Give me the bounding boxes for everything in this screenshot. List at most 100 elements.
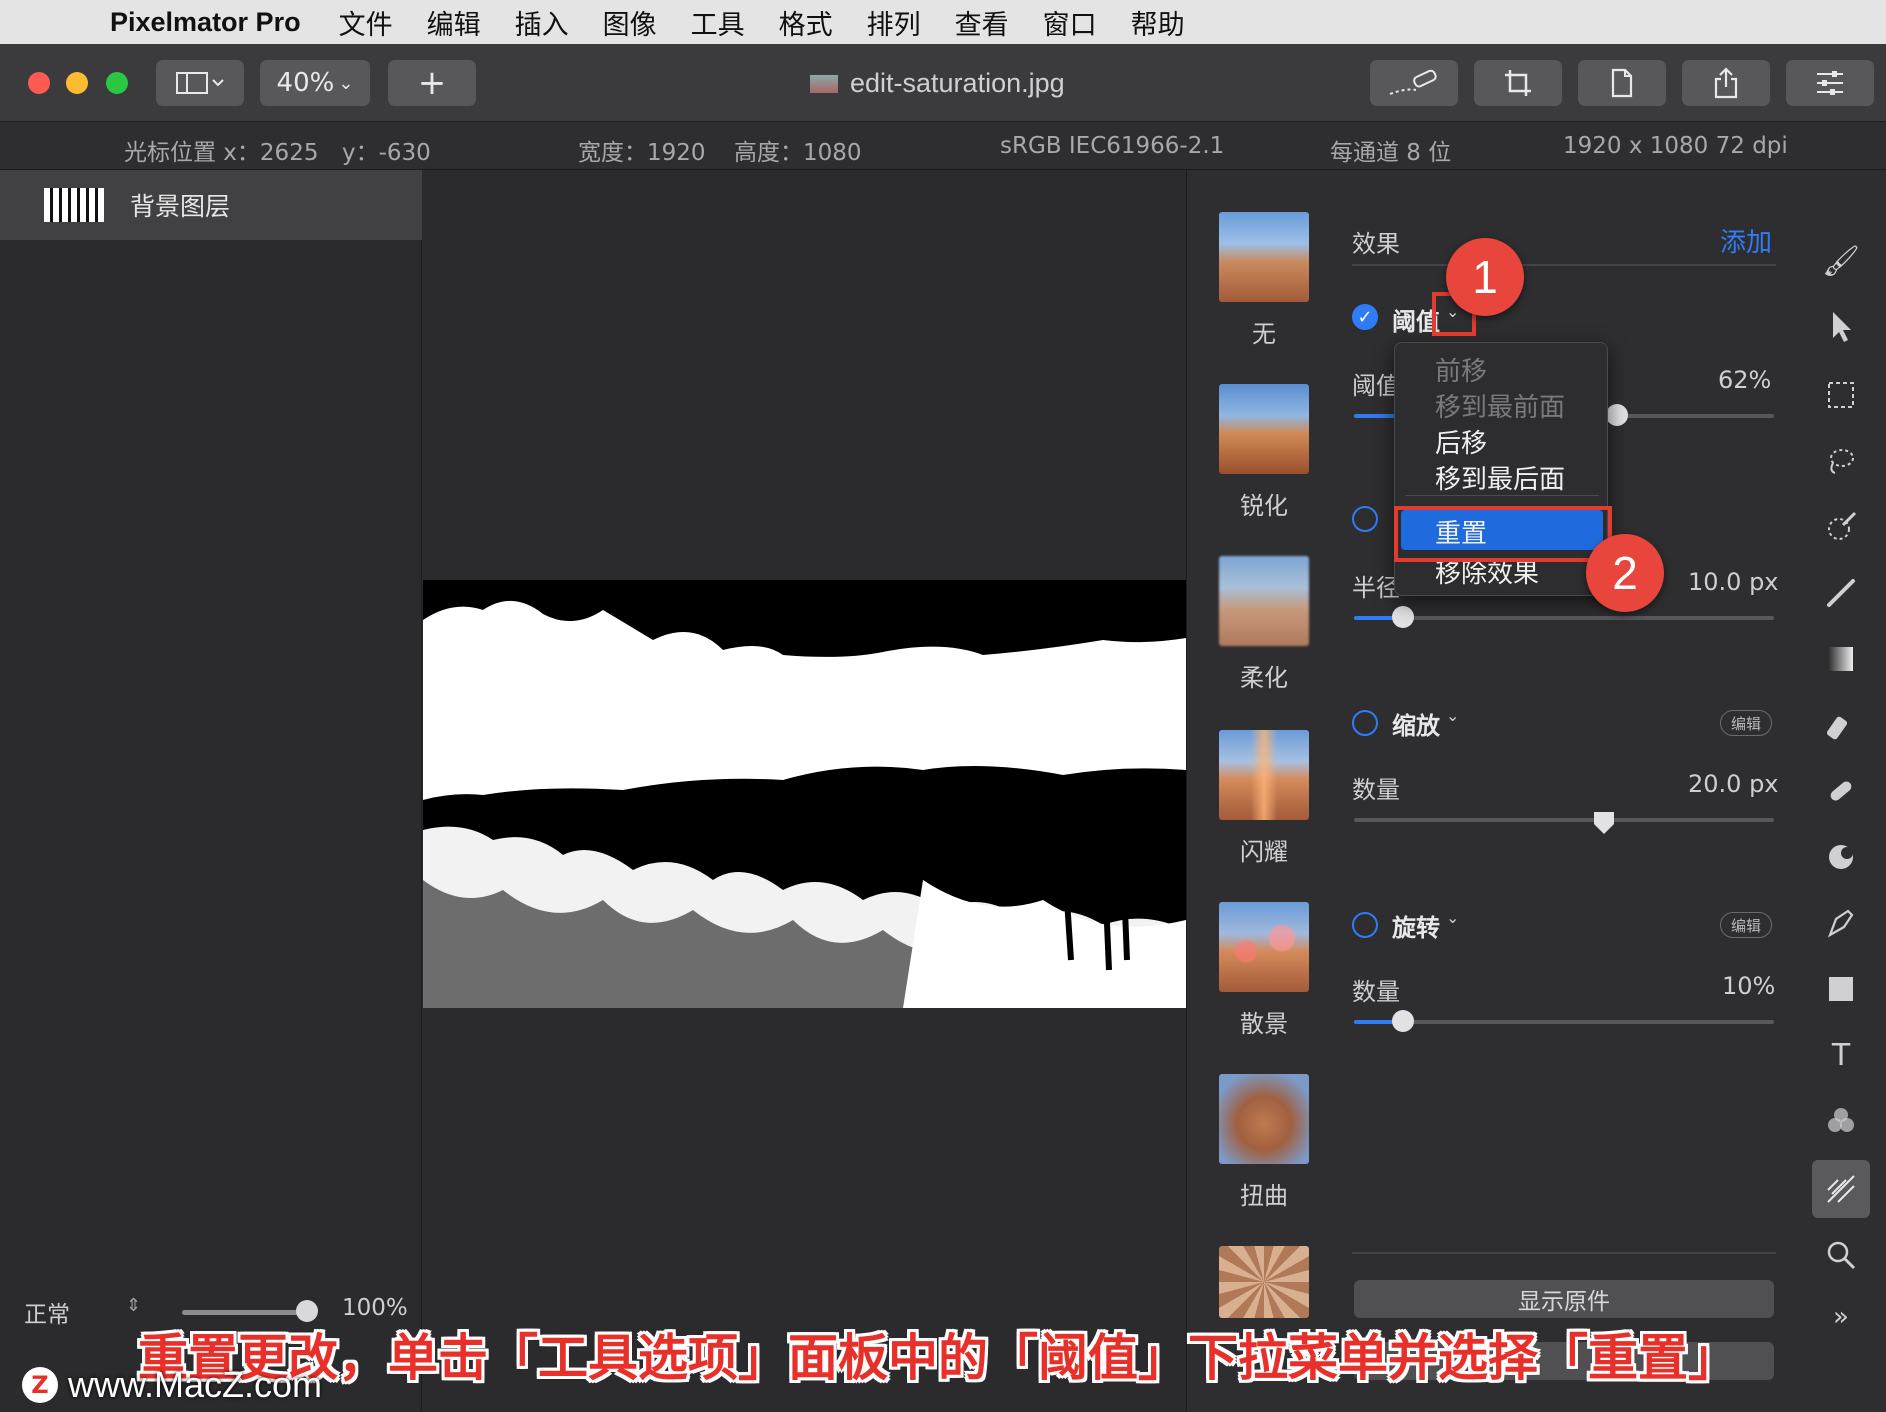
zoom-window-button[interactable] (106, 72, 128, 94)
rotate-edit-button[interactable]: 编辑 (1720, 912, 1772, 938)
paint-tool-icon[interactable] (1820, 572, 1862, 614)
menu-view[interactable]: 查看 (955, 3, 1009, 42)
tool-options-button[interactable] (1786, 60, 1874, 106)
param-value-rotate-amount: 10% (1722, 972, 1776, 1000)
more-tools-icon[interactable]: » (1820, 1296, 1862, 1338)
checkmark-icon: ✓ (1357, 306, 1373, 328)
shape-tool-icon[interactable] (1820, 968, 1862, 1010)
effect-soften[interactable]: 柔化 (1219, 556, 1309, 693)
zoom-tool-icon[interactable] (1820, 1234, 1862, 1276)
effect-enable-checkbox-threshold[interactable]: ✓ (1352, 304, 1378, 330)
effect-thumbnail (1219, 384, 1309, 474)
menu-item-move-to-front[interactable]: 移到最前面 (1435, 387, 1565, 424)
erase-tool-icon[interactable] (1820, 704, 1862, 746)
canvas-area[interactable] (423, 170, 1186, 1412)
type-tool-icon[interactable]: T (1820, 1034, 1862, 1076)
lasso-tool-icon[interactable] (1820, 440, 1862, 482)
menu-item-move-forward[interactable]: 前移 (1435, 351, 1487, 388)
menu-insert[interactable]: 插入 (515, 3, 569, 42)
arrange-tool-icon[interactable] (1820, 306, 1862, 348)
effect-thumbnail (1219, 1246, 1309, 1318)
effect-thumbnail (1219, 730, 1309, 820)
document-title-text: edit-saturation.jpg (850, 68, 1065, 98)
zoom-amount-slider[interactable] (1354, 818, 1774, 822)
effect-none[interactable]: 无 (1219, 212, 1309, 349)
share-icon (1714, 67, 1738, 99)
radius-slider-knob[interactable] (1392, 606, 1414, 628)
blend-mode-select[interactable]: 正常 (24, 1295, 70, 1329)
menu-bar: Pixelmator Pro 文件 编辑 插入 图像 工具 格式 排列 查看 窗… (0, 0, 1886, 44)
menu-tools[interactable]: 工具 (691, 3, 745, 42)
chevron-down-icon[interactable]: ⌄ (1446, 908, 1459, 927)
add-effect-button[interactable]: 添加 (1720, 222, 1772, 259)
zoom-dropdown[interactable]: 40% ⌄ (260, 60, 370, 106)
effect-label: 闪耀 (1240, 838, 1288, 866)
export-button[interactable] (1578, 60, 1666, 106)
chevron-down-icon[interactable]: ⌄ (1446, 706, 1459, 725)
effect-label: 扭曲 (1240, 1182, 1288, 1210)
bit-depth-readout: 每通道 8 位 (1330, 140, 1452, 166)
show-original-button[interactable]: 显示原件 (1354, 1280, 1774, 1318)
menu-item-move-backward[interactable]: 后移 (1435, 423, 1487, 460)
opacity-slider[interactable] (182, 1310, 312, 1315)
zoom-edit-button[interactable]: 编辑 (1720, 710, 1772, 736)
color-profile-readout: sRGB IEC61966-2.1 (1000, 133, 1225, 159)
menu-edit[interactable]: 编辑 (427, 3, 481, 42)
menu-format[interactable]: 格式 (779, 3, 833, 42)
threshold-slider-knob[interactable] (1606, 404, 1628, 426)
effect-label: 散景 (1240, 1010, 1288, 1038)
effects-section-title: 效果 (1352, 230, 1400, 258)
menu-image[interactable]: 图像 (603, 3, 657, 42)
effect-enable-checkbox-2[interactable] (1352, 506, 1378, 532)
pen-tool-icon[interactable] (1820, 902, 1862, 944)
effect-label: 无 (1252, 320, 1276, 348)
effect-enable-checkbox-zoom[interactable] (1352, 710, 1378, 736)
param-value-zoom-amount: 20.0 px (1688, 770, 1779, 798)
crop-button[interactable] (1474, 60, 1562, 106)
canvas-image-threshold[interactable] (423, 580, 1186, 1008)
effect-distort[interactable]: 扭曲 (1219, 1074, 1309, 1211)
brush-tool-button[interactable] (1370, 60, 1458, 106)
rotate-amount-slider[interactable] (1354, 1020, 1774, 1024)
step-badge-2: 2 (1586, 534, 1664, 612)
window-toolbar: 40% ⌄ + edit-saturation.jpg (0, 44, 1886, 122)
menu-help[interactable]: 帮助 (1131, 3, 1185, 42)
param-value-threshold: 62% (1718, 366, 1772, 394)
magic-select-tool-icon[interactable] (1820, 506, 1862, 548)
style-tool-icon[interactable]: 🖌︎ (1820, 240, 1862, 282)
retouch-tool-icon[interactable] (1820, 770, 1862, 812)
height-readout: 高度：1080 (734, 140, 862, 166)
updown-chevron-icon[interactable]: ⇕ (126, 1295, 141, 1316)
minimize-window-button[interactable] (66, 72, 88, 94)
rect-select-tool-icon[interactable] (1820, 374, 1862, 416)
app-menu[interactable]: Pixelmator Pro (110, 7, 301, 38)
menu-file[interactable]: 文件 (339, 3, 393, 42)
effect-sharpen[interactable]: 锐化 (1219, 384, 1309, 521)
effects-tool-icon[interactable] (1820, 1168, 1862, 1210)
warp-tool-icon[interactable] (1820, 836, 1862, 878)
layer-row-background[interactable]: 背景图层 (0, 170, 422, 240)
radius-slider[interactable] (1354, 616, 1774, 620)
gradient-tool-icon[interactable] (1820, 638, 1862, 680)
resolution-readout: 1920 x 1080 72 dpi (1563, 133, 1788, 159)
effect-kaleidoscope[interactable] (1219, 1246, 1309, 1318)
document-thumbnail (810, 74, 838, 93)
effect-name-zoom: 缩放 (1392, 712, 1440, 740)
close-window-button[interactable] (28, 72, 50, 94)
layer-thumbnail (44, 188, 104, 222)
share-button[interactable] (1682, 60, 1770, 106)
menu-separator (1405, 495, 1599, 496)
tutorial-caption: 重置更改，单击「工具选项」面板中的「阈值」下拉菜单并选择「重置」 (138, 1329, 1738, 1387)
effect-glow[interactable]: 闪耀 (1219, 730, 1309, 867)
zoom-amount-slider-knob[interactable] (1592, 810, 1616, 836)
sidebar-toggle-button[interactable] (156, 60, 244, 106)
effect-bokeh[interactable]: 散景 (1219, 902, 1309, 1039)
rotate-amount-slider-knob[interactable] (1392, 1010, 1414, 1032)
document-title: edit-saturation.jpg (810, 68, 1065, 99)
color-adjust-tool-icon[interactable] (1820, 1100, 1862, 1142)
effect-enable-checkbox-rotate[interactable] (1352, 912, 1378, 938)
menu-item-move-to-back[interactable]: 移到最后面 (1435, 459, 1565, 496)
menu-arrange[interactable]: 排列 (867, 3, 921, 42)
add-button[interactable]: + (388, 60, 476, 106)
menu-window[interactable]: 窗口 (1043, 3, 1097, 42)
